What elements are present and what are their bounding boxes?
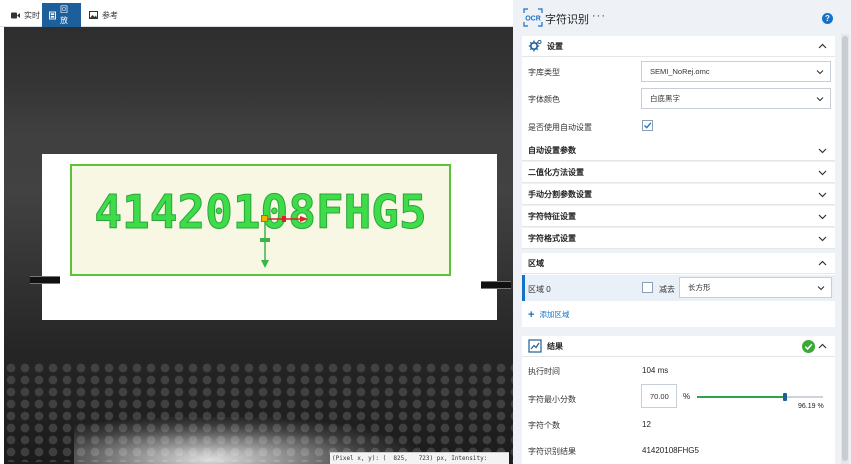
section-manual-segmentation[interactable]: 手动分割参数设置 (522, 184, 835, 205)
library-type-value: SEMI_NoRej.omc (650, 67, 710, 76)
subtract-checkbox[interactable] (642, 282, 653, 293)
chevron-down-icon (818, 170, 827, 176)
help-icon[interactable]: ? (822, 13, 833, 24)
add-region-link[interactable]: + 添加区域 (528, 309, 569, 320)
ocr-icon: OCR (523, 8, 543, 27)
min-score-slider-thumb[interactable] (783, 393, 788, 401)
region-item-row[interactable]: 区域 0 减去 长方形 (522, 275, 835, 301)
settings-section-label: 设置 (547, 41, 563, 51)
success-check-icon (802, 340, 815, 353)
tab-live[interactable]: 实时 (4, 3, 47, 27)
slider-readout: 96.19 % (798, 403, 824, 410)
region-card: 区域 区域 0 减去 长方形 + 添加区域 (522, 253, 835, 327)
region-item-label: 区域 0 (528, 285, 551, 294)
properties-panel: OCR 字符识别 ··· ? 设置 字库类型 SEMI_NoRej.omc 字体… (513, 0, 851, 464)
checkmark-icon (644, 122, 652, 129)
chevron-down-icon (816, 70, 824, 75)
chevron-up-icon (818, 260, 827, 266)
settings-card: 设置 字库类型 SEMI_NoRej.omc 字体颜色 白底黑字 是否使用自动设… (522, 36, 835, 142)
region-section-label: 区域 (528, 258, 544, 268)
panel-scrollbar[interactable] (841, 34, 849, 464)
region-shape-value: 长方形 (688, 283, 711, 292)
video-icon (11, 12, 20, 18)
chevron-down-icon (818, 148, 827, 154)
region-shape-select[interactable]: 长方形 (679, 277, 832, 298)
library-type-label: 字库类型 (528, 68, 560, 77)
ocr-region-rectangle[interactable]: 41420108FHG5 (70, 164, 451, 276)
chevron-down-icon (818, 214, 827, 220)
char-count-label: 字符个数 (528, 421, 560, 430)
section-manual-segmentation-label: 手动分割参数设置 (528, 189, 592, 199)
section-binarization[interactable]: 二值化方法设置 (522, 162, 835, 183)
ocr-result-value: 41420108FHG5 (642, 446, 699, 455)
min-score-slider[interactable] (697, 393, 823, 401)
font-color-label: 字体颜色 (528, 95, 560, 104)
auto-settings-label: 是否使用自动设置 (528, 123, 592, 132)
min-score-label: 字符最小分数 (528, 395, 576, 404)
label-card: 41420108FHG5 (42, 154, 497, 320)
font-color-select[interactable]: 白底黑字 (641, 88, 831, 109)
connector-left (30, 276, 60, 284)
min-score-unit: % (683, 392, 691, 401)
tab-live-label: 实时 (24, 10, 40, 20)
settings-gear-icon (528, 39, 542, 52)
min-score-slider-fill (697, 396, 786, 398)
results-section-label: 结果 (547, 341, 563, 351)
font-color-value: 白底黑字 (650, 94, 680, 103)
results-section-header[interactable]: 结果 (522, 336, 835, 357)
exec-time-value: 104 ms (642, 366, 669, 375)
section-char-format[interactable]: 字符格式设置 (522, 228, 835, 249)
chevron-down-icon (816, 97, 824, 102)
tab-replay-label: 回放 (60, 5, 68, 25)
min-score-value: 70.00 (650, 391, 669, 401)
results-chart-icon (528, 339, 542, 353)
exec-time-label: 执行时间 (528, 367, 560, 376)
library-type-select[interactable]: SEMI_NoRej.omc (641, 61, 831, 82)
results-card: 结果 执行时间 104 ms 字符最小分数 70.00 % 96.19 % 字符… (522, 336, 835, 464)
panel-scrollbar-thumb[interactable] (842, 36, 848, 461)
app-window: 实时 回放 参考 41420108FHG5 (Pixel x, y): (82… (0, 0, 851, 464)
move-x-arrow-icon[interactable] (268, 216, 308, 222)
section-char-features[interactable]: 字符特征设置 (522, 206, 835, 227)
image-viewer: 实时 回放 参考 41420108FHG5 (Pixel x, y): (82… (0, 0, 513, 464)
film-icon (49, 11, 56, 19)
viewer-tabs: 实时 回放 参考 (0, 0, 513, 27)
section-auto-params-label: 自动设置参数 (528, 145, 576, 155)
chevron-down-icon (817, 286, 825, 291)
section-char-format-label: 字符格式设置 (528, 233, 576, 243)
auto-settings-checkbox[interactable] (642, 120, 653, 131)
move-handle[interactable] (261, 215, 268, 222)
chevron-down-icon (818, 236, 827, 242)
more-options-button[interactable]: ··· (592, 10, 606, 22)
region-section-header[interactable]: 区域 (522, 253, 835, 274)
add-region-label: 添加区域 (539, 310, 570, 319)
chevron-down-icon (818, 192, 827, 198)
section-char-features-label: 字符特征设置 (528, 211, 576, 221)
panel-title: 字符识别 (545, 14, 589, 26)
pixel-readout: (Pixel x, y): ( 825, 723) px, Intensity:… (330, 452, 509, 464)
char-count-value: 12 (642, 420, 651, 429)
image-icon (89, 11, 98, 19)
section-binarization-label: 二值化方法设置 (528, 167, 584, 177)
camera-image[interactable]: 41420108FHG5 (4, 27, 513, 464)
plus-icon: + (528, 308, 535, 321)
min-score-input[interactable]: 70.00 (641, 384, 677, 408)
section-auto-params[interactable]: 自动设置参数 (522, 140, 835, 161)
ocr-result-label: 字符识别结果 (528, 447, 576, 456)
chevron-up-icon[interactable] (818, 42, 827, 51)
subtract-label: 减去 (659, 285, 675, 294)
settings-section-header[interactable]: 设置 (522, 36, 835, 57)
move-y-arrow-icon[interactable] (260, 222, 270, 268)
tab-reference-label: 参考 (102, 10, 118, 20)
tab-reference[interactable]: 参考 (82, 3, 125, 27)
ocr-logo-text: OCR (525, 16, 541, 23)
tab-replay[interactable]: 回放 (42, 3, 81, 27)
connector-right (481, 281, 511, 289)
chevron-up-icon (818, 343, 827, 349)
panel-header: OCR 字符识别 ··· ? (513, 0, 851, 34)
collapsed-sections: 自动设置参数 二值化方法设置 手动分割参数设置 字符特征设置 字符格式设置 (522, 140, 835, 252)
